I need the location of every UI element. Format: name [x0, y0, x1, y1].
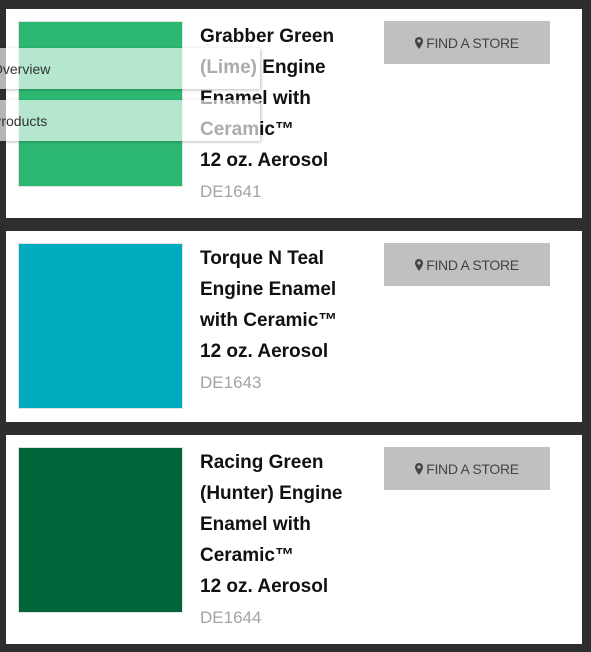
overlay-tab-overview[interactable]: Overview [0, 48, 260, 89]
title-line: Enamel with [200, 514, 311, 535]
title-line: (Hunter) Engine [200, 483, 343, 504]
product-card: Torque N Teal Engine Enamel with Ceramic… [6, 231, 582, 422]
product-title[interactable]: Racing Green (Hunter) Engine Enamel with… [200, 447, 365, 633]
color-swatch[interactable] [18, 447, 183, 613]
find-a-store-label: FIND A STORE [426, 34, 519, 51]
overlay-tab-label: Products [0, 112, 48, 129]
title-line: Ceramic™ [200, 545, 294, 566]
title-line: 12 oz. Aerosol [200, 150, 329, 171]
title-line: 12 oz. Aerosol [200, 576, 329, 597]
overlay-tab-products[interactable]: Products [0, 100, 260, 141]
find-a-store-button[interactable]: FIND A STORE [384, 243, 550, 286]
map-pin-icon [415, 36, 424, 49]
color-swatch[interactable] [18, 243, 183, 409]
product-card: Racing Green (Hunter) Engine Enamel with… [6, 435, 582, 644]
title-line: Racing Green [200, 452, 324, 473]
title-line: Torque N Teal [200, 248, 324, 269]
map-pin-icon [415, 258, 424, 271]
find-a-store-label: FIND A STORE [426, 256, 519, 273]
title-line: 12 oz. Aerosol [200, 341, 329, 362]
map-pin-icon [415, 462, 424, 475]
product-sku: DE1644 [200, 608, 262, 627]
find-a-store-label: FIND A STORE [426, 460, 519, 477]
find-a-store-button[interactable]: FIND A STORE [384, 447, 550, 490]
overlay-tab-label: Overview [0, 60, 51, 77]
find-a-store-button[interactable]: FIND A STORE [384, 21, 550, 64]
product-title[interactable]: Torque N Teal Engine Enamel with Ceramic… [200, 243, 365, 398]
title-line: Engine Enamel [200, 279, 337, 300]
product-sku: DE1641 [200, 182, 262, 201]
product-sku: DE1643 [200, 373, 262, 392]
title-line: with Ceramic™ [200, 310, 338, 331]
